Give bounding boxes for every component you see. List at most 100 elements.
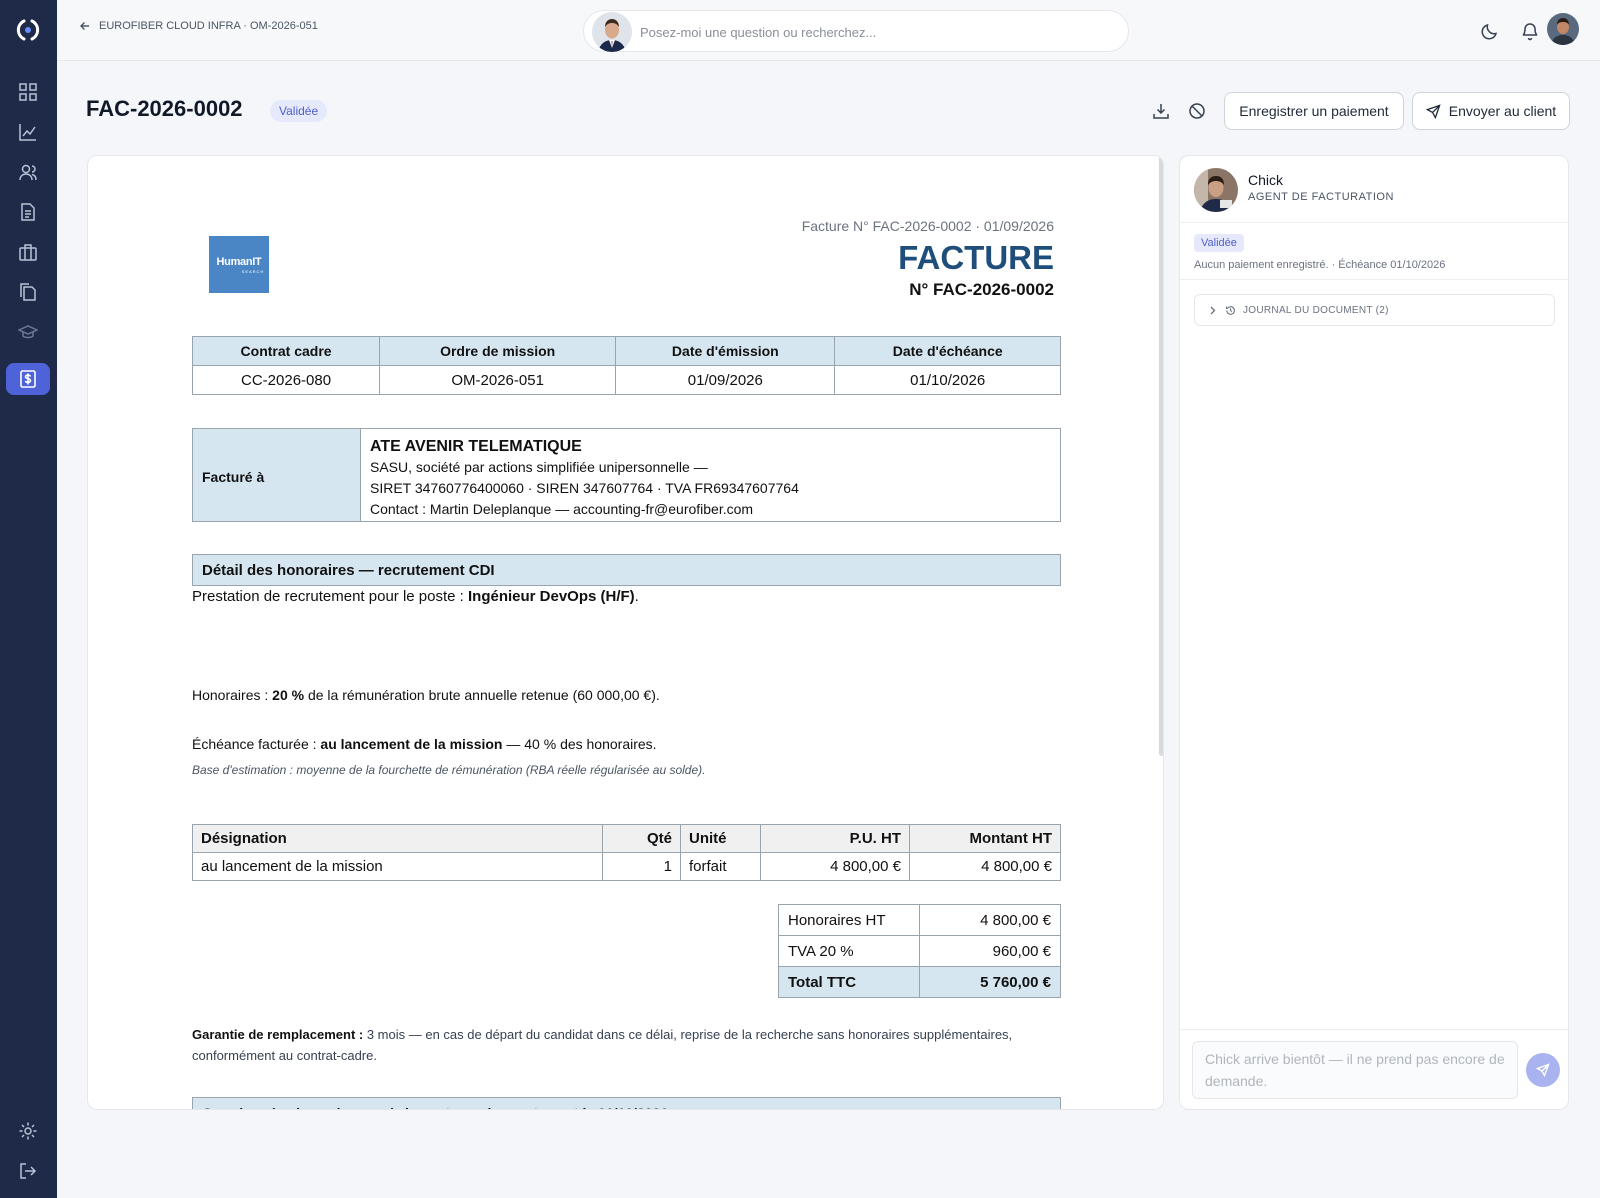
users-icon	[19, 164, 37, 181]
chat-send-button[interactable]	[1526, 1053, 1560, 1087]
client-contact: Contact : Martin Deleplanque — accountin…	[370, 501, 754, 517]
fees-section-title: Détail des honoraires — recrutement CDI	[192, 554, 1061, 586]
table-header: Contrat cadre	[191, 336, 381, 366]
table-cell: 4 800,00 €	[909, 852, 1061, 881]
billed-to-label: Facturé à	[193, 429, 361, 521]
invoice-number: N° FAC-2026-0002	[909, 280, 1054, 299]
chevron-right-icon	[1210, 306, 1216, 314]
sidebar-item-settings[interactable]	[6, 1115, 50, 1147]
table-header: Désignation	[192, 824, 603, 853]
table-cell: 01/09/2026	[615, 365, 836, 395]
status-badge: Validée	[270, 100, 328, 122]
sidebar-item-training[interactable]	[6, 316, 50, 348]
bank-section-title: Coordonnées bancaires — règlement par vi…	[192, 1097, 1061, 1109]
table-cell: 5 760,00 €	[919, 966, 1061, 998]
files-icon	[20, 283, 36, 301]
agent-role: AGENT DE FACTURATION	[1248, 191, 1394, 203]
invoice-meta: Facture N° FAC-2026-0002 · 01/09/2026	[801, 218, 1054, 234]
sidebar-item-users[interactable]	[6, 156, 50, 188]
table-header: Unité	[680, 824, 761, 853]
table-row: Honoraires HT 4 800,00 €	[778, 904, 1061, 936]
table-row: au lancement de la mission 1 forfait 4 8…	[192, 852, 1061, 881]
table-cell: 01/10/2026	[834, 365, 1061, 395]
sidebar-item-documents[interactable]	[6, 196, 50, 228]
document-icon	[21, 203, 35, 221]
company-logo: HumanIT SEARCH	[209, 236, 269, 293]
graduation-icon	[18, 325, 38, 339]
logout-icon	[20, 1163, 37, 1179]
invoice-dollar-icon	[20, 370, 36, 388]
table-cell: TVA 20 %	[778, 935, 920, 967]
search-bar[interactable]	[583, 10, 1129, 52]
divider	[1180, 222, 1568, 223]
moon-icon[interactable]	[1480, 21, 1500, 41]
bell-icon[interactable]	[1520, 21, 1540, 41]
sidebar-item-missions[interactable]	[6, 236, 50, 268]
divider	[1180, 1029, 1568, 1030]
line-items-table: Désignation Qté Unité P.U. HT Montant HT…	[192, 824, 1061, 881]
invoice-preview[interactable]: HumanIT SEARCH Facture N° FAC-2026-0002 …	[87, 155, 1164, 1110]
cancel-icon[interactable]	[1188, 102, 1206, 120]
table-header: Montant HT	[909, 824, 1061, 853]
assistant-avatar	[592, 12, 632, 52]
top-bar: EUROFIBER CLOUD INFRA · OM-2026-051	[57, 0, 1600, 61]
briefcase-icon	[19, 244, 37, 261]
breadcrumb[interactable]: EUROFIBER CLOUD INFRA · OM-2026-051	[79, 20, 318, 32]
send-icon	[1425, 103, 1441, 119]
send-to-client-label: Envoyer au client	[1448, 103, 1557, 119]
app-logo-icon[interactable]	[15, 17, 41, 43]
user-avatar[interactable]	[1547, 13, 1579, 45]
client-identifiers: SIRET 34760776400060 · SIREN 347607764 ·…	[370, 480, 799, 496]
sidebar-item-files[interactable]	[6, 276, 50, 308]
table-cell: 4 800,00 €	[760, 852, 910, 881]
prestation-text: Prestation de recrutement pour le poste …	[192, 588, 639, 605]
table-cell: CC-2026-080	[191, 365, 381, 395]
analytics-icon	[19, 124, 36, 141]
settings-icon	[19, 1122, 37, 1140]
record-payment-label: Enregistrer un paiement	[1239, 103, 1389, 119]
sidebar-item-analytics[interactable]	[6, 116, 50, 148]
agent-panel: Chick AGENT DE FACTURATION Validée Aucun…	[1179, 155, 1569, 1110]
table-row: TVA 20 % 960,00 €	[778, 935, 1061, 967]
history-icon	[1225, 305, 1235, 315]
sidebar-item-logout[interactable]	[6, 1155, 50, 1187]
table-cell: Total TTC	[778, 966, 920, 998]
breadcrumb-text[interactable]: EUROFIBER CLOUD INFRA · OM-2026-051	[99, 20, 318, 32]
send-icon	[1536, 1063, 1550, 1077]
record-payment-button[interactable]: Enregistrer un paiement	[1224, 92, 1404, 130]
document-scrollbar[interactable]	[1159, 156, 1163, 756]
search-input[interactable]	[640, 21, 1110, 43]
guarantee-text: Garantie de remplacement : 3 mois — en c…	[192, 1027, 1013, 1063]
dashboard-icon	[19, 83, 37, 101]
table-header: Date d'échéance	[834, 336, 1061, 366]
table-cell: OM-2026-051	[379, 365, 617, 395]
agent-name: Chick	[1248, 172, 1284, 188]
arrow-left-icon[interactable]	[79, 20, 91, 32]
table-cell: au lancement de la mission	[192, 852, 603, 881]
download-icon[interactable]	[1152, 102, 1170, 120]
document-journal-toggle[interactable]: JOURNAL DU DOCUMENT (2)	[1194, 294, 1555, 326]
client-name: ATE AVENIR TELEMATIQUE	[370, 438, 582, 455]
invoice-title: FACTURE	[898, 239, 1054, 276]
totals-table: Honoraires HT 4 800,00 € TVA 20 % 960,00…	[778, 904, 1061, 998]
sidebar-item-dashboard[interactable]	[6, 76, 50, 108]
chat-input[interactable]: Chick arrive bientôt — il ne prend pas e…	[1192, 1041, 1518, 1099]
page-title: FAC-2026-0002	[86, 96, 243, 121]
table-header: Qté	[602, 824, 681, 853]
sidebar	[0, 0, 57, 1198]
table-cell: 1	[602, 852, 681, 881]
reference-table: Contrat cadre Ordre de mission Date d'ém…	[191, 336, 1061, 395]
divider	[1180, 279, 1568, 280]
send-to-client-button[interactable]: Envoyer au client	[1412, 92, 1570, 130]
table-header: Ordre de mission	[379, 336, 617, 366]
table-header: P.U. HT	[760, 824, 910, 853]
journal-label: JOURNAL DU DOCUMENT (2)	[1243, 304, 1389, 316]
agent-status-badge: Validée	[1194, 234, 1244, 252]
agent-avatar	[1194, 168, 1238, 212]
billed-to-details: ATE AVENIR TELEMATIQUE SASU, société par…	[370, 436, 799, 520]
sidebar-item-invoices[interactable]	[6, 363, 50, 395]
table-cell: 4 800,00 €	[919, 904, 1061, 936]
fees-text: Honoraires : 20 % de la rémunération bru…	[192, 687, 660, 703]
table-header: Date d'émission	[615, 336, 836, 366]
client-legal-form: SASU, société par actions simplifiée uni…	[370, 459, 708, 475]
